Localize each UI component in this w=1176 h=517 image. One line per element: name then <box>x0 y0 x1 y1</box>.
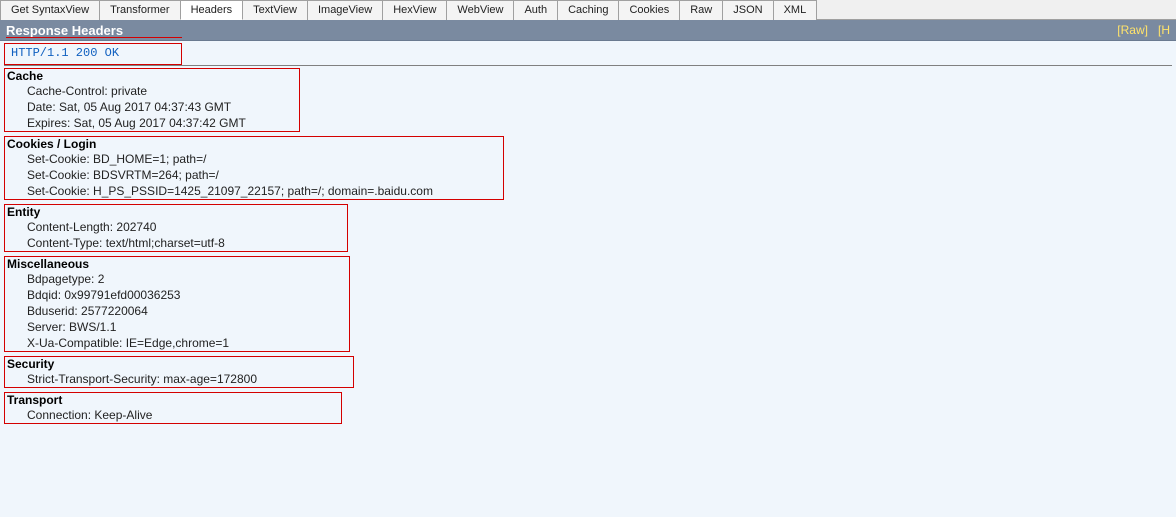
tab-label: TextView <box>253 4 297 16</box>
divider <box>4 65 1172 66</box>
header-item[interactable]: Bdpagetype: 2 <box>5 271 349 287</box>
header-item[interactable]: Set-Cookie: BD_HOME=1; path=/ <box>5 151 503 167</box>
header-item[interactable]: Bdqid: 0x99791efd00036253 <box>5 287 349 303</box>
group-title-cookies[interactable]: Cookies / Login <box>5 137 503 151</box>
header-item[interactable]: Server: BWS/1.1 <box>5 319 349 335</box>
section-right-links: [Raw] [H <box>1117 23 1170 37</box>
tab-json[interactable]: JSON <box>722 0 773 20</box>
group-title-miscellaneous[interactable]: Miscellaneous <box>5 257 349 271</box>
group-cache: Cache Cache-Control: private Date: Sat, … <box>4 68 300 132</box>
header-item[interactable]: Content-Type: text/html;charset=utf-8 <box>5 235 347 251</box>
group-title-entity[interactable]: Entity <box>5 205 347 219</box>
tab-label: Get SyntaxView <box>11 4 89 16</box>
group-cookies: Cookies / Login Set-Cookie: BD_HOME=1; p… <box>4 136 504 200</box>
tab-label: Raw <box>690 4 712 16</box>
header-item[interactable]: Set-Cookie: BDSVRTM=264; path=/ <box>5 167 503 183</box>
tab-textview[interactable]: TextView <box>242 0 308 20</box>
tab-label: WebView <box>457 4 503 16</box>
group-security: Security Strict-Transport-Security: max-… <box>4 356 354 388</box>
group-entity: Entity Content-Length: 202740 Content-Ty… <box>4 204 348 252</box>
http-status-line[interactable]: HTTP/1.1 200 OK <box>5 44 125 64</box>
tab-label: JSON <box>733 4 762 16</box>
tab-auth[interactable]: Auth <box>513 0 558 20</box>
header-definitions-link[interactable]: [H <box>1158 23 1170 37</box>
tab-label: Auth <box>524 4 547 16</box>
section-title: Response Headers <box>6 23 123 38</box>
tab-label: ImageView <box>318 4 372 16</box>
header-item[interactable]: Bduserid: 2577220064 <box>5 303 349 319</box>
tab-raw[interactable]: Raw <box>679 0 723 20</box>
tab-webview[interactable]: WebView <box>446 0 514 20</box>
inspector-tabbar: Get SyntaxView Transformer Headers TextV… <box>0 0 1176 20</box>
header-item[interactable]: Expires: Sat, 05 Aug 2017 04:37:42 GMT <box>5 115 299 131</box>
header-item[interactable]: Strict-Transport-Security: max-age=17280… <box>5 371 353 387</box>
response-headers-bar: Response Headers [Raw] [H <box>0 20 1176 41</box>
header-item[interactable]: Content-Length: 202740 <box>5 219 347 235</box>
group-title-security[interactable]: Security <box>5 357 353 371</box>
header-item[interactable]: Connection: Keep-Alive <box>5 407 341 423</box>
tab-label: Cookies <box>629 4 669 16</box>
status-line-box: HTTP/1.1 200 OK <box>4 43 182 65</box>
header-item[interactable]: Cache-Control: private <box>5 83 299 99</box>
header-item[interactable]: Date: Sat, 05 Aug 2017 04:37:43 GMT <box>5 99 299 115</box>
raw-link[interactable]: [Raw] <box>1117 23 1148 37</box>
header-item[interactable]: Set-Cookie: H_PS_PSSID=1425_21097_22157;… <box>5 183 503 199</box>
tab-hexview[interactable]: HexView <box>382 0 447 20</box>
tab-label: Caching <box>568 4 608 16</box>
tab-transformer[interactable]: Transformer <box>99 0 181 20</box>
tab-label: Transformer <box>110 4 170 16</box>
group-transport: Transport Connection: Keep-Alive <box>4 392 342 424</box>
tab-label: Headers <box>191 4 233 16</box>
tab-cookies[interactable]: Cookies <box>618 0 680 20</box>
group-title-transport[interactable]: Transport <box>5 393 341 407</box>
tab-headers[interactable]: Headers <box>180 0 244 20</box>
annotation-line <box>6 37 182 39</box>
header-item[interactable]: X-Ua-Compatible: IE=Edge,chrome=1 <box>5 335 349 351</box>
group-miscellaneous: Miscellaneous Bdpagetype: 2 Bdqid: 0x997… <box>4 256 350 352</box>
tab-imageview[interactable]: ImageView <box>307 0 383 20</box>
tab-caching[interactable]: Caching <box>557 0 619 20</box>
tab-label: XML <box>784 4 807 16</box>
tab-xml[interactable]: XML <box>773 0 818 20</box>
group-title-cache[interactable]: Cache <box>5 69 299 83</box>
headers-content: HTTP/1.1 200 OK Cache Cache-Control: pri… <box>0 41 1176 517</box>
tab-get-syntaxview[interactable]: Get SyntaxView <box>0 0 100 20</box>
tab-label: HexView <box>393 4 436 16</box>
